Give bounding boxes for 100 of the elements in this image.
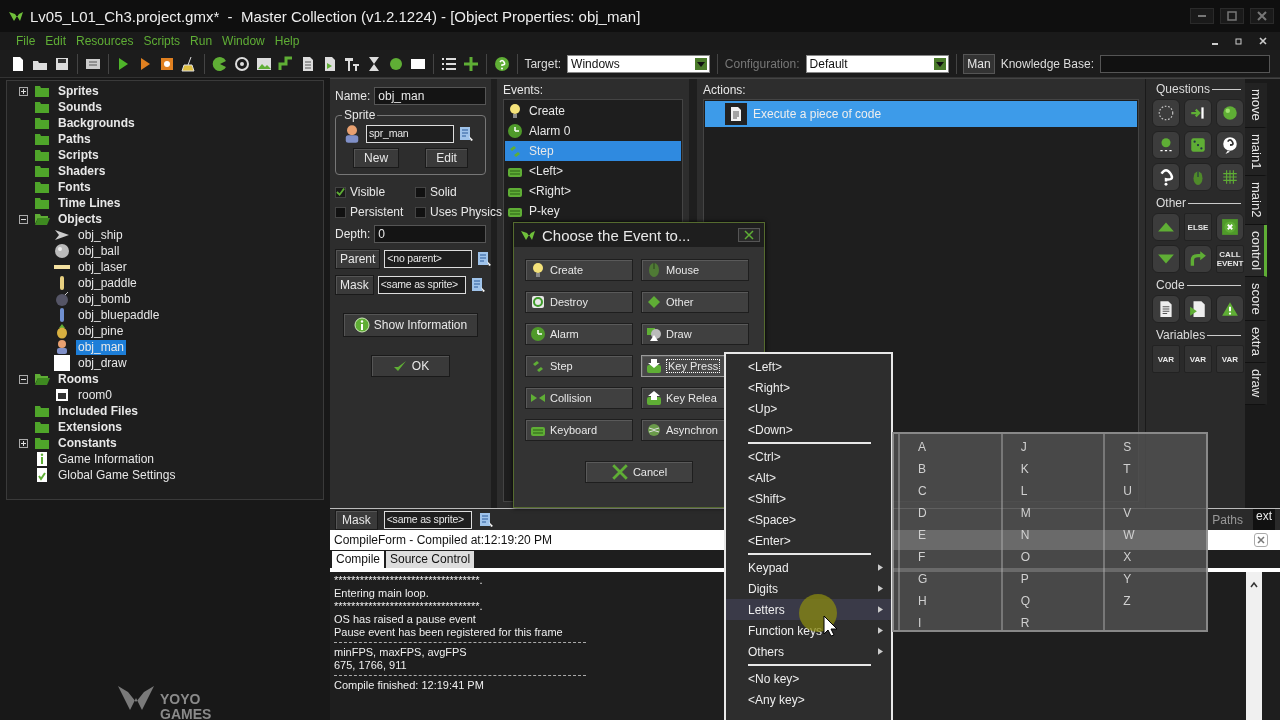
menu-item[interactable]: Function keys <box>726 620 891 641</box>
menu-item[interactable]: V <box>1123 502 1132 524</box>
knowledge-base-field[interactable] <box>1100 54 1271 73</box>
menu-item[interactable]: Digits <box>726 578 891 599</box>
ball-icon[interactable] <box>388 55 405 72</box>
palette-tab[interactable]: main1 <box>1245 127 1267 177</box>
tree-item[interactable]: Sounds <box>56 99 104 115</box>
event-button[interactable]: Collision <box>525 387 633 409</box>
menu-item[interactable]: Q <box>1020 590 1030 612</box>
question-icon[interactable] <box>1152 163 1180 191</box>
menu-item[interactable]: Z <box>1123 590 1131 612</box>
tree-item[interactable]: Scripts <box>56 147 101 163</box>
menu-item[interactable]: Window <box>222 34 265 48</box>
menu-item[interactable]: <Alt> <box>726 467 891 488</box>
palette-tab[interactable]: move <box>1245 83 1267 128</box>
warning-icon[interactable] <box>1216 295 1244 323</box>
pacman-icon[interactable] <box>212 55 229 72</box>
cancel-button[interactable]: Cancel <box>585 461 693 483</box>
tree-item[interactable]: obj_ship <box>76 227 125 243</box>
tree-item[interactable]: Constants <box>56 435 119 451</box>
action-button[interactable]: VAR <box>1152 345 1180 373</box>
tree-item[interactable]: obj_man <box>76 339 127 355</box>
manual-button[interactable]: Man <box>963 53 995 74</box>
tree-item[interactable]: obj_draw <box>76 355 129 371</box>
tree-item[interactable]: Sprites <box>56 83 101 99</box>
name-field[interactable]: obj_man <box>374 87 486 105</box>
menu-item[interactable]: O <box>1020 546 1030 568</box>
edit-button[interactable]: Edit <box>425 148 468 168</box>
new-file-icon[interactable] <box>10 55 26 72</box>
menu-item[interactable]: B <box>918 458 926 480</box>
tree-item[interactable]: Objects <box>56 211 104 227</box>
menu-item[interactable]: F <box>918 546 926 568</box>
action-button[interactable]: ELSE <box>1184 213 1212 241</box>
palette-tab[interactable]: control <box>1245 224 1267 277</box>
menu-item[interactable]: G <box>918 568 928 590</box>
menu-item[interactable]: H <box>918 590 927 612</box>
mouse-icon[interactable] <box>1184 163 1212 191</box>
event-item[interactable]: P-key <box>505 201 681 221</box>
action-button[interactable]: VAR <box>1216 345 1244 373</box>
stop-icon[interactable] <box>159 55 176 72</box>
parent-field[interactable]: <no parent> <box>384 250 473 268</box>
menu-item[interactable]: File <box>16 34 36 48</box>
page-icon[interactable] <box>1152 295 1180 323</box>
menu-item[interactable]: J <box>1020 436 1027 458</box>
tree-item[interactable]: Global Game Settings <box>56 467 178 483</box>
menu-item[interactable]: A <box>918 436 926 458</box>
menu-item[interactable]: <Enter> <box>726 530 891 551</box>
menu-item[interactable]: Y <box>1123 568 1132 590</box>
question-bubble-icon[interactable] <box>1216 131 1244 159</box>
palette-tab[interactable]: draw <box>1245 363 1267 405</box>
grid-icon[interactable] <box>1216 163 1244 191</box>
tree-item[interactable]: Time Lines <box>56 195 123 211</box>
tree-item[interactable]: Extensions <box>56 419 125 435</box>
tree-item[interactable]: Backgrounds <box>56 115 137 131</box>
parent-button[interactable]: Parent <box>335 249 381 269</box>
ok-button[interactable]: OK <box>370 355 451 377</box>
mask-button[interactable]: Mask <box>335 509 378 530</box>
tree-item[interactable]: obj_bluepaddle <box>76 307 162 323</box>
mask-button[interactable]: Mask <box>335 275 374 295</box>
menu-item[interactable]: R <box>1020 612 1030 634</box>
broom-icon[interactable] <box>181 55 198 72</box>
menu-item[interactable]: M <box>1020 502 1031 524</box>
close-button[interactable] <box>738 228 760 242</box>
menu-item[interactable]: <Ctrl> <box>726 446 891 467</box>
menu-item[interactable]: P <box>1020 568 1029 590</box>
tree-item[interactable]: Rooms <box>56 371 101 387</box>
tree-item[interactable]: Fonts <box>56 179 93 195</box>
menu-item[interactable]: <Any key> <box>726 689 891 710</box>
tab[interactable]: Compile <box>332 551 384 568</box>
tab[interactable]: Source Control <box>386 551 475 568</box>
event-item[interactable]: Create <box>505 101 681 121</box>
palette-tab[interactable]: main2 <box>1245 176 1267 225</box>
save-icon[interactable] <box>54 55 70 72</box>
checkbox[interactable] <box>415 186 426 198</box>
depth-field[interactable]: 0 <box>374 225 486 243</box>
palette-tab[interactable]: extra <box>1245 321 1267 364</box>
mask-field[interactable]: <same as sprite> <box>383 510 472 529</box>
menu-item[interactable]: X <box>1123 546 1132 568</box>
action-button[interactable]: CALL EVENT <box>1216 245 1244 273</box>
tree-item[interactable]: obj_pine <box>76 323 126 339</box>
menu-item[interactable]: Help <box>274 34 300 48</box>
menu-item[interactable]: D <box>918 502 927 524</box>
configuration-dropdown[interactable]: Default <box>805 54 949 73</box>
menu-item[interactable]: Scripts <box>143 34 181 48</box>
menu-item[interactable]: K <box>1020 458 1029 480</box>
checkbox[interactable] <box>415 206 426 218</box>
event-button[interactable]: Alarm <box>525 323 633 345</box>
expand-icon[interactable] <box>19 86 28 96</box>
list-icon[interactable] <box>440 55 457 72</box>
help-icon[interactable] <box>493 55 510 72</box>
new-button[interactable]: New <box>353 148 400 168</box>
event-button[interactable]: Step <box>525 355 633 377</box>
menu-item[interactable]: Resources <box>76 34 134 48</box>
expand-icon[interactable] <box>19 438 28 448</box>
menu-item[interactable]: U <box>1123 480 1132 502</box>
show-information-button[interactable]: Show Information <box>342 313 479 337</box>
palette-tab[interactable]: score <box>1245 276 1267 322</box>
tree-item[interactable]: obj_bomb <box>76 291 133 307</box>
target-icon[interactable] <box>234 55 251 72</box>
menu-item[interactable]: <Shift> <box>726 488 891 509</box>
